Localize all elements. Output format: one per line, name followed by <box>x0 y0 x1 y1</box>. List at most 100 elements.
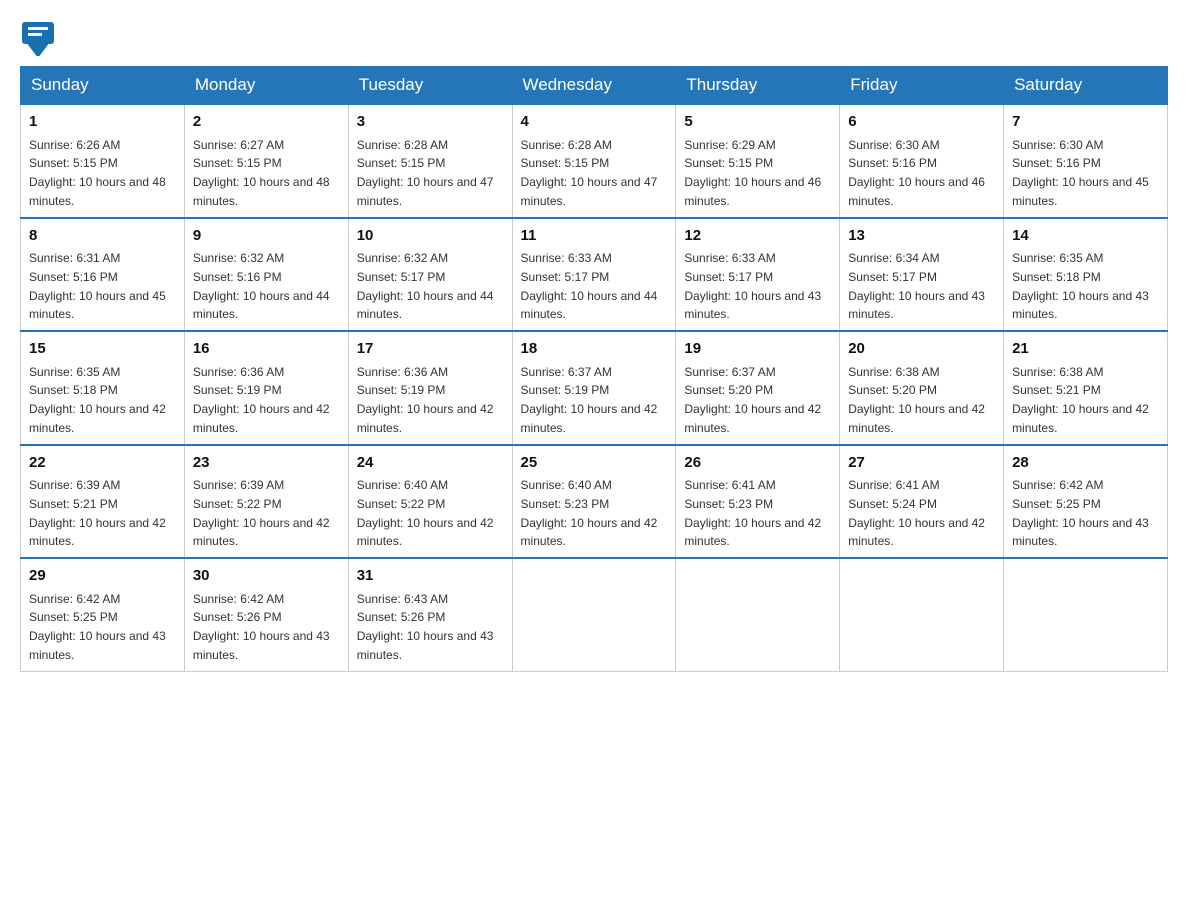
day-number: 22 <box>29 452 176 475</box>
header-thursday: Thursday <box>676 67 840 105</box>
calendar-week-row: 8 Sunrise: 6:31 AMSunset: 5:16 PMDayligh… <box>21 218 1168 332</box>
table-row: 14 Sunrise: 6:35 AMSunset: 5:18 PMDaylig… <box>1004 218 1168 332</box>
day-number: 25 <box>521 452 668 475</box>
day-number: 9 <box>193 225 340 248</box>
day-number: 5 <box>684 111 831 134</box>
table-row: 8 Sunrise: 6:31 AMSunset: 5:16 PMDayligh… <box>21 218 185 332</box>
header-monday: Monday <box>184 67 348 105</box>
table-row: 18 Sunrise: 6:37 AMSunset: 5:19 PMDaylig… <box>512 331 676 445</box>
table-row <box>676 558 840 671</box>
calendar-table: Sunday Monday Tuesday Wednesday Thursday… <box>20 66 1168 672</box>
calendar-week-row: 1 Sunrise: 6:26 AMSunset: 5:15 PMDayligh… <box>21 104 1168 218</box>
day-number: 18 <box>521 338 668 361</box>
day-info: Sunrise: 6:36 AMSunset: 5:19 PMDaylight:… <box>193 365 330 435</box>
header-friday: Friday <box>840 67 1004 105</box>
table-row: 3 Sunrise: 6:28 AMSunset: 5:15 PMDayligh… <box>348 104 512 218</box>
day-info: Sunrise: 6:43 AMSunset: 5:26 PMDaylight:… <box>357 592 494 662</box>
day-number: 28 <box>1012 452 1159 475</box>
day-number: 27 <box>848 452 995 475</box>
day-info: Sunrise: 6:38 AMSunset: 5:21 PMDaylight:… <box>1012 365 1149 435</box>
table-row: 15 Sunrise: 6:35 AMSunset: 5:18 PMDaylig… <box>21 331 185 445</box>
table-row: 17 Sunrise: 6:36 AMSunset: 5:19 PMDaylig… <box>348 331 512 445</box>
calendar-header-row: Sunday Monday Tuesday Wednesday Thursday… <box>21 67 1168 105</box>
table-row: 9 Sunrise: 6:32 AMSunset: 5:16 PMDayligh… <box>184 218 348 332</box>
day-info: Sunrise: 6:39 AMSunset: 5:21 PMDaylight:… <box>29 478 166 548</box>
day-info: Sunrise: 6:42 AMSunset: 5:25 PMDaylight:… <box>1012 478 1149 548</box>
table-row: 4 Sunrise: 6:28 AMSunset: 5:15 PMDayligh… <box>512 104 676 218</box>
day-info: Sunrise: 6:35 AMSunset: 5:18 PMDaylight:… <box>29 365 166 435</box>
header-wednesday: Wednesday <box>512 67 676 105</box>
day-number: 23 <box>193 452 340 475</box>
day-info: Sunrise: 6:37 AMSunset: 5:19 PMDaylight:… <box>521 365 658 435</box>
day-number: 30 <box>193 565 340 588</box>
day-number: 19 <box>684 338 831 361</box>
table-row: 25 Sunrise: 6:40 AMSunset: 5:23 PMDaylig… <box>512 445 676 559</box>
day-number: 24 <box>357 452 504 475</box>
table-row: 7 Sunrise: 6:30 AMSunset: 5:16 PMDayligh… <box>1004 104 1168 218</box>
day-info: Sunrise: 6:26 AMSunset: 5:15 PMDaylight:… <box>29 138 166 208</box>
day-info: Sunrise: 6:42 AMSunset: 5:26 PMDaylight:… <box>193 592 330 662</box>
day-info: Sunrise: 6:34 AMSunset: 5:17 PMDaylight:… <box>848 251 985 321</box>
table-row: 12 Sunrise: 6:33 AMSunset: 5:17 PMDaylig… <box>676 218 840 332</box>
page-header <box>20 20 1168 56</box>
day-info: Sunrise: 6:32 AMSunset: 5:16 PMDaylight:… <box>193 251 330 321</box>
day-info: Sunrise: 6:36 AMSunset: 5:19 PMDaylight:… <box>357 365 494 435</box>
header-tuesday: Tuesday <box>348 67 512 105</box>
day-number: 14 <box>1012 225 1159 248</box>
day-number: 10 <box>357 225 504 248</box>
day-info: Sunrise: 6:28 AMSunset: 5:15 PMDaylight:… <box>521 138 658 208</box>
day-info: Sunrise: 6:29 AMSunset: 5:15 PMDaylight:… <box>684 138 821 208</box>
day-number: 17 <box>357 338 504 361</box>
day-number: 31 <box>357 565 504 588</box>
day-info: Sunrise: 6:32 AMSunset: 5:17 PMDaylight:… <box>357 251 494 321</box>
day-number: 16 <box>193 338 340 361</box>
logo-icon <box>20 20 56 56</box>
day-info: Sunrise: 6:42 AMSunset: 5:25 PMDaylight:… <box>29 592 166 662</box>
table-row: 2 Sunrise: 6:27 AMSunset: 5:15 PMDayligh… <box>184 104 348 218</box>
day-info: Sunrise: 6:35 AMSunset: 5:18 PMDaylight:… <box>1012 251 1149 321</box>
day-info: Sunrise: 6:28 AMSunset: 5:15 PMDaylight:… <box>357 138 494 208</box>
table-row: 26 Sunrise: 6:41 AMSunset: 5:23 PMDaylig… <box>676 445 840 559</box>
day-number: 21 <box>1012 338 1159 361</box>
day-info: Sunrise: 6:37 AMSunset: 5:20 PMDaylight:… <box>684 365 821 435</box>
day-number: 13 <box>848 225 995 248</box>
table-row: 6 Sunrise: 6:30 AMSunset: 5:16 PMDayligh… <box>840 104 1004 218</box>
header-saturday: Saturday <box>1004 67 1168 105</box>
table-row: 27 Sunrise: 6:41 AMSunset: 5:24 PMDaylig… <box>840 445 1004 559</box>
table-row: 13 Sunrise: 6:34 AMSunset: 5:17 PMDaylig… <box>840 218 1004 332</box>
day-info: Sunrise: 6:27 AMSunset: 5:15 PMDaylight:… <box>193 138 330 208</box>
calendar-week-row: 15 Sunrise: 6:35 AMSunset: 5:18 PMDaylig… <box>21 331 1168 445</box>
day-info: Sunrise: 6:30 AMSunset: 5:16 PMDaylight:… <box>1012 138 1149 208</box>
day-number: 29 <box>29 565 176 588</box>
day-info: Sunrise: 6:41 AMSunset: 5:23 PMDaylight:… <box>684 478 821 548</box>
calendar-week-row: 29 Sunrise: 6:42 AMSunset: 5:25 PMDaylig… <box>21 558 1168 671</box>
table-row: 29 Sunrise: 6:42 AMSunset: 5:25 PMDaylig… <box>21 558 185 671</box>
day-info: Sunrise: 6:33 AMSunset: 5:17 PMDaylight:… <box>684 251 821 321</box>
table-row: 10 Sunrise: 6:32 AMSunset: 5:17 PMDaylig… <box>348 218 512 332</box>
table-row: 28 Sunrise: 6:42 AMSunset: 5:25 PMDaylig… <box>1004 445 1168 559</box>
day-info: Sunrise: 6:30 AMSunset: 5:16 PMDaylight:… <box>848 138 985 208</box>
table-row <box>512 558 676 671</box>
table-row: 30 Sunrise: 6:42 AMSunset: 5:26 PMDaylig… <box>184 558 348 671</box>
day-info: Sunrise: 6:31 AMSunset: 5:16 PMDaylight:… <box>29 251 166 321</box>
day-number: 15 <box>29 338 176 361</box>
table-row: 5 Sunrise: 6:29 AMSunset: 5:15 PMDayligh… <box>676 104 840 218</box>
day-info: Sunrise: 6:40 AMSunset: 5:23 PMDaylight:… <box>521 478 658 548</box>
table-row: 1 Sunrise: 6:26 AMSunset: 5:15 PMDayligh… <box>21 104 185 218</box>
day-number: 4 <box>521 111 668 134</box>
table-row: 19 Sunrise: 6:37 AMSunset: 5:20 PMDaylig… <box>676 331 840 445</box>
table-row <box>840 558 1004 671</box>
day-info: Sunrise: 6:41 AMSunset: 5:24 PMDaylight:… <box>848 478 985 548</box>
table-row: 23 Sunrise: 6:39 AMSunset: 5:22 PMDaylig… <box>184 445 348 559</box>
day-info: Sunrise: 6:38 AMSunset: 5:20 PMDaylight:… <box>848 365 985 435</box>
table-row: 16 Sunrise: 6:36 AMSunset: 5:19 PMDaylig… <box>184 331 348 445</box>
day-number: 20 <box>848 338 995 361</box>
day-number: 6 <box>848 111 995 134</box>
day-number: 11 <box>521 225 668 248</box>
table-row: 21 Sunrise: 6:38 AMSunset: 5:21 PMDaylig… <box>1004 331 1168 445</box>
day-number: 1 <box>29 111 176 134</box>
table-row: 11 Sunrise: 6:33 AMSunset: 5:17 PMDaylig… <box>512 218 676 332</box>
calendar-week-row: 22 Sunrise: 6:39 AMSunset: 5:21 PMDaylig… <box>21 445 1168 559</box>
day-number: 3 <box>357 111 504 134</box>
day-number: 12 <box>684 225 831 248</box>
